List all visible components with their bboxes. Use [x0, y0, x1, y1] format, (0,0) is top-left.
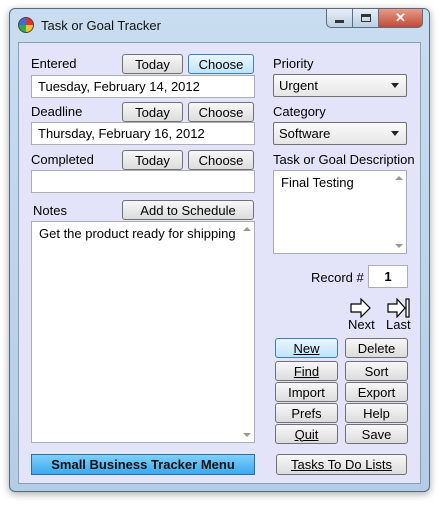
scroll-up-icon[interactable] — [243, 227, 251, 231]
delete-button[interactable]: Delete — [345, 338, 408, 358]
next-arrow-icon[interactable] — [350, 298, 372, 318]
deadline-date-field[interactable]: Thursday, February 16, 2012 — [31, 122, 255, 145]
small-business-tracker-menu-button[interactable]: Small Business Tracker Menu — [31, 454, 255, 475]
category-select[interactable]: Software — [273, 122, 407, 145]
priority-select[interactable]: Urgent — [273, 74, 407, 97]
notes-text: Get the product ready for shipping — [39, 226, 236, 241]
client-area: Entered Today Choose Tuesday, February 1… — [18, 42, 421, 484]
title-bar[interactable]: Task or Goal Tracker ✕ — [10, 9, 429, 37]
sort-button[interactable]: Sort — [345, 361, 408, 381]
window-title: Task or Goal Tracker — [41, 18, 161, 33]
caption-buttons: ✕ — [326, 9, 423, 28]
tasks-to-do-lists-label: Tasks To Do Lists — [291, 457, 392, 472]
completed-label: Completed — [31, 152, 94, 167]
entered-today-button[interactable]: Today — [122, 54, 183, 74]
entered-label: Entered — [31, 56, 77, 71]
completed-choose-button[interactable]: Choose — [188, 150, 254, 170]
description-text: Final Testing — [281, 175, 354, 190]
scroll-down-icon[interactable] — [395, 244, 403, 248]
chevron-down-icon — [391, 131, 399, 136]
description-label: Task or Goal Description — [273, 152, 415, 167]
new-button-label: New — [293, 340, 320, 356]
maximize-icon — [360, 14, 371, 22]
app-logo-icon — [18, 17, 34, 33]
close-button[interactable]: ✕ — [379, 9, 423, 28]
completed-today-button[interactable]: Today — [122, 150, 183, 170]
scroll-down-icon[interactable] — [243, 433, 251, 437]
minimize-icon — [335, 19, 344, 23]
find-button-label: Find — [293, 363, 320, 379]
priority-value: Urgent — [279, 78, 319, 93]
record-label: Record # — [311, 270, 364, 285]
save-button[interactable]: Save — [345, 424, 408, 444]
new-button[interactable]: New — [275, 338, 338, 358]
record-number-field[interactable]: 1 — [368, 265, 408, 288]
scroll-up-icon[interactable] — [395, 176, 403, 180]
deadline-label: Deadline — [31, 104, 83, 119]
last-arrow-icon[interactable] — [387, 298, 411, 318]
deadline-choose-button[interactable]: Choose — [188, 102, 254, 122]
quit-button-label: Quit — [294, 426, 319, 442]
import-button[interactable]: Import — [275, 382, 338, 402]
completed-date-field[interactable] — [31, 170, 255, 193]
category-value: Software — [279, 126, 331, 141]
description-textarea[interactable]: Final Testing — [273, 170, 407, 254]
prefs-button[interactable]: Prefs — [275, 403, 338, 423]
maximize-button[interactable] — [353, 9, 379, 28]
find-button[interactable]: Find — [275, 361, 338, 381]
chevron-down-icon — [391, 83, 399, 88]
priority-label: Priority — [273, 56, 314, 71]
last-label[interactable]: Last — [386, 317, 411, 332]
notes-textarea[interactable]: Get the product ready for shipping — [31, 221, 255, 443]
next-label[interactable]: Next — [348, 317, 375, 332]
entered-choose-button[interactable]: Choose — [188, 54, 254, 74]
notes-scrollbar[interactable] — [240, 222, 254, 442]
quit-button[interactable]: Quit — [275, 424, 338, 444]
entered-date-field[interactable]: Tuesday, February 14, 2012 — [31, 75, 255, 98]
deadline-today-button[interactable]: Today — [122, 102, 183, 122]
add-to-schedule-button[interactable]: Add to Schedule — [122, 200, 254, 220]
tasks-to-do-lists-button[interactable]: Tasks To Do Lists — [276, 454, 407, 475]
minimize-button[interactable] — [326, 9, 353, 28]
close-icon: ✕ — [395, 10, 406, 25]
description-scrollbar[interactable] — [392, 171, 406, 253]
category-label: Category — [273, 104, 326, 119]
notes-label: Notes — [33, 203, 67, 218]
help-button[interactable]: Help — [345, 403, 408, 423]
export-button[interactable]: Export — [345, 382, 408, 402]
